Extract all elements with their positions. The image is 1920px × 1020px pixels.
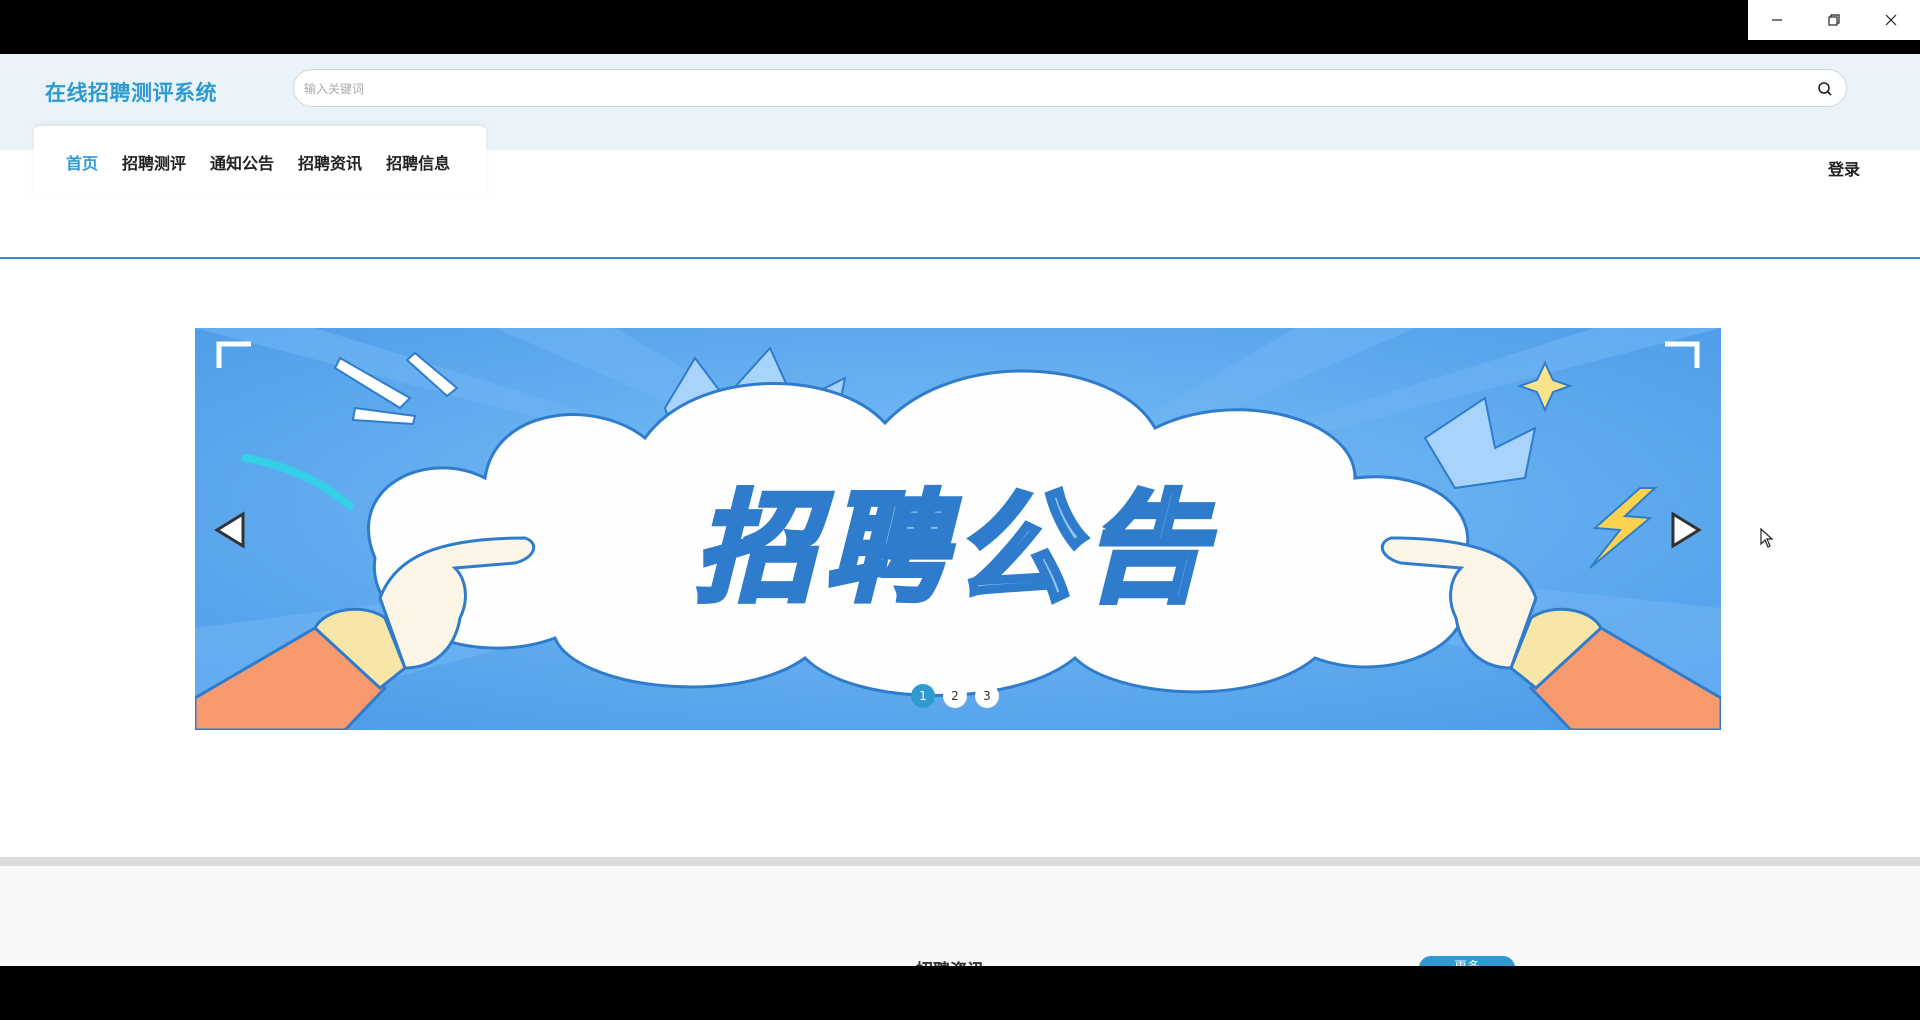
close-icon[interactable] bbox=[1863, 0, 1920, 40]
search-icon[interactable] bbox=[1816, 80, 1834, 98]
section-divider bbox=[0, 857, 1920, 866]
section-more-tab[interactable]: 更多 bbox=[1419, 956, 1515, 966]
nav-menu: 首页 招聘测评 通知公告 招聘资讯 招聘信息 bbox=[34, 126, 486, 198]
page-viewport: 在线招聘测评系统 首页 招聘测评 通知公告 招聘资讯 招聘信息 登录 bbox=[0, 54, 1920, 966]
restore-icon[interactable] bbox=[1805, 0, 1862, 40]
login-link[interactable]: 登录 bbox=[1828, 156, 1860, 180]
search-input[interactable] bbox=[302, 77, 1786, 101]
carousel-dot-2[interactable]: 2 bbox=[943, 684, 967, 708]
carousel-dot-3[interactable]: 3 bbox=[975, 684, 999, 708]
nav-item-assessment[interactable]: 招聘测评 bbox=[122, 150, 186, 174]
news-section: 招聘资讯 更多 bbox=[0, 866, 1920, 966]
section-title: 招聘资讯 bbox=[916, 956, 984, 966]
search-box bbox=[293, 69, 1847, 107]
carousel-prev-arrow[interactable] bbox=[213, 510, 247, 550]
nav-item-jobs[interactable]: 招聘信息 bbox=[386, 150, 450, 174]
carousel-dot-1[interactable]: 1 bbox=[911, 684, 935, 708]
carousel-next-arrow[interactable] bbox=[1669, 510, 1703, 550]
nav-item-notices[interactable]: 通知公告 bbox=[210, 150, 274, 174]
nav-item-news[interactable]: 招聘资讯 bbox=[298, 150, 362, 174]
window-controls bbox=[1748, 0, 1920, 40]
nav-item-home[interactable]: 首页 bbox=[66, 150, 98, 174]
mouse-cursor-icon bbox=[1760, 528, 1774, 548]
site-title[interactable]: 在线招聘测评系统 bbox=[45, 77, 217, 107]
navbar: 首页 招聘测评 通知公告 招聘资讯 招聘信息 登录 bbox=[0, 126, 1920, 259]
banner-title: 招聘公告 bbox=[695, 480, 1215, 619]
carousel-pagination: 1 2 3 bbox=[911, 684, 999, 708]
banner-image: 招聘公告 bbox=[195, 328, 1721, 730]
minimize-icon[interactable] bbox=[1748, 0, 1805, 40]
banner-carousel: 招聘公告 1 2 3 bbox=[195, 328, 1721, 730]
